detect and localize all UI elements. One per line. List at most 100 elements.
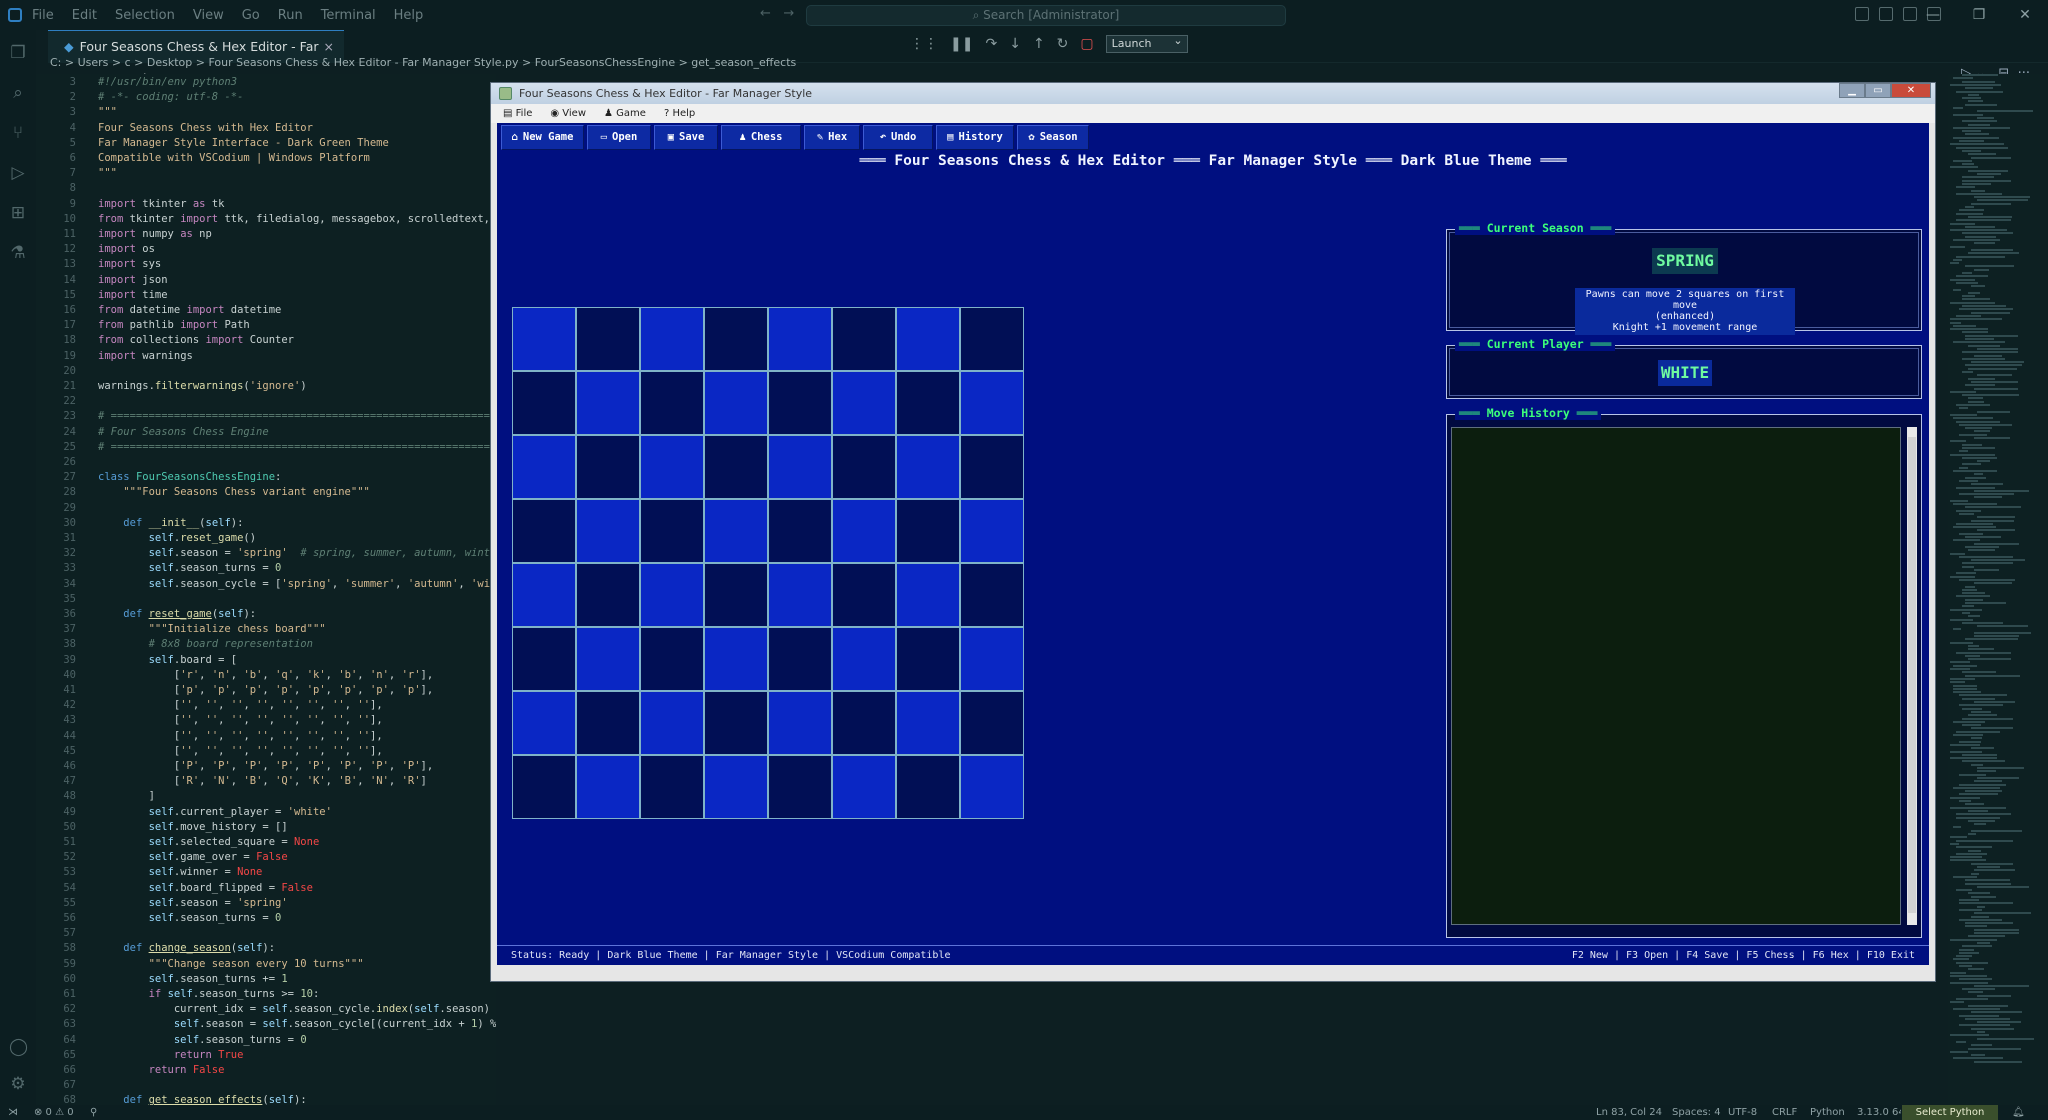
code-line[interactable]: self.season_turns += 1 <box>98 973 288 985</box>
menu-edit[interactable]: Edit <box>72 8 97 23</box>
chess-board[interactable] <box>512 307 1024 819</box>
code-line[interactable]: self.board_flipped = False <box>98 882 313 894</box>
code-line[interactable]: class FourSeasonsChessEngine: <box>98 471 281 483</box>
board-square[interactable] <box>704 435 768 499</box>
indentation[interactable]: Spaces: 4 <box>1672 1105 1721 1120</box>
board-square[interactable] <box>896 499 960 563</box>
board-square[interactable] <box>896 691 960 755</box>
code-line[interactable]: ['p', 'p', 'p', 'p', 'p', 'p', 'p', 'p']… <box>98 684 433 696</box>
board-square[interactable] <box>640 371 704 435</box>
testing-icon[interactable]: ⚗ <box>9 244 27 262</box>
hex-button[interactable]: ✎ Hex <box>804 125 860 150</box>
code-line[interactable]: Four Seasons Chess with Hex Editor <box>98 122 313 134</box>
menu-go[interactable]: Go <box>242 8 260 23</box>
code-line[interactable]: ['r', 'n', 'b', 'q', 'k', 'b', 'n', 'r']… <box>98 669 433 681</box>
board-square[interactable] <box>960 307 1024 371</box>
board-square[interactable] <box>640 563 704 627</box>
language-mode[interactable]: Python <box>1810 1105 1845 1120</box>
code-editor[interactable]: 3 #!/usr/bin/env python3 2 # -*- coding: ut… <box>36 74 496 1105</box>
restore-icon[interactable]: ❐ <box>1956 7 2002 23</box>
code-line[interactable]: self.season_turns = 0 <box>98 912 282 924</box>
restart-icon[interactable]: ↻ <box>1057 36 1069 52</box>
code-line[interactable]: self.season = 'spring' <box>98 897 288 909</box>
board-square[interactable] <box>768 371 832 435</box>
board-square[interactable] <box>576 499 640 563</box>
code-line[interactable]: self.game_over = False <box>98 851 288 863</box>
board-square[interactable] <box>704 499 768 563</box>
board-square[interactable] <box>768 499 832 563</box>
code-line[interactable]: def change_season(self): <box>98 942 275 954</box>
scrollbar-thumb[interactable] <box>1908 437 1916 913</box>
board-square[interactable] <box>832 563 896 627</box>
board-square[interactable] <box>960 563 1024 627</box>
new-game-button[interactable]: ⌂ New Game <box>501 125 584 150</box>
code-line[interactable]: return False <box>98 1064 225 1076</box>
move-history-list[interactable] <box>1451 427 1901 925</box>
save-button[interactable]: ▣ Save <box>654 125 718 150</box>
board-square[interactable] <box>576 307 640 371</box>
code-line[interactable]: #!/usr/bin/env python3 <box>98 76 237 88</box>
board-square[interactable] <box>512 499 576 563</box>
code-line[interactable]: self.season_cycle = ['spring', 'summer',… <box>98 578 496 590</box>
extensions-icon[interactable]: ⊞ <box>9 204 27 222</box>
board-square[interactable] <box>768 307 832 371</box>
step-over-icon[interactable]: ↷ <box>985 36 997 52</box>
cursor-position[interactable]: Ln 83, Col 24 <box>1596 1105 1662 1120</box>
code-line[interactable]: self.selected_square = None <box>98 836 320 848</box>
board-square[interactable] <box>576 371 640 435</box>
encoding[interactable]: UTF-8 <box>1728 1105 1757 1120</box>
code-line[interactable]: """Initialize chess board""" <box>98 623 326 635</box>
code-line[interactable]: Compatible with VSCodium | Windows Platf… <box>98 152 370 164</box>
drag-handle-icon[interactable]: ⋮⋮ <box>910 36 938 52</box>
code-line[interactable]: import tkinter as tk <box>98 198 224 210</box>
board-square[interactable] <box>704 371 768 435</box>
board-square[interactable] <box>960 371 1024 435</box>
board-square[interactable] <box>640 755 704 819</box>
line-ending[interactable]: CRLF <box>1772 1105 1797 1120</box>
close-icon[interactable]: ✕ <box>2002 7 2048 23</box>
board-square[interactable] <box>640 307 704 371</box>
code-line[interactable]: if self.season_turns >= 10: <box>98 988 320 1000</box>
code-line[interactable]: return True <box>98 1049 244 1061</box>
board-square[interactable] <box>832 627 896 691</box>
board-square[interactable] <box>896 755 960 819</box>
board-square[interactable] <box>832 755 896 819</box>
code-line[interactable]: self.reset_game() <box>98 532 257 544</box>
board-square[interactable] <box>512 755 576 819</box>
board-square[interactable] <box>704 563 768 627</box>
menu-view[interactable]: View <box>193 8 224 23</box>
manage-gear-icon[interactable]: ⚙ <box>9 1075 27 1093</box>
board-square[interactable] <box>960 435 1024 499</box>
board-square[interactable] <box>576 755 640 819</box>
code-line[interactable]: from tkinter import ttk, filedialog, mes… <box>98 213 490 225</box>
problems-indicator[interactable]: ⊗ 0 ⚠ 0 <box>34 1105 74 1120</box>
code-line[interactable]: def reset_game(self): <box>98 608 256 620</box>
board-square[interactable] <box>640 627 704 691</box>
code-line[interactable]: self.season_turns = 0 <box>98 1034 307 1046</box>
breadcrumb[interactable]: C: > Users > c > Desktop > Four Seasons … <box>48 56 796 74</box>
code-line[interactable]: ['', '', '', '', '', '', '', ''], <box>98 745 383 757</box>
tk-menu-file[interactable]: ▤ File <box>503 108 532 119</box>
code-line[interactable]: Far Manager Style Interface - Dark Green… <box>98 137 389 149</box>
code-line[interactable]: """ <box>98 106 117 118</box>
step-out-icon[interactable]: ↑ <box>1033 36 1045 52</box>
code-line[interactable]: self.move_history = [] <box>98 821 288 833</box>
code-line[interactable]: from datetime import datetime <box>98 304 281 316</box>
code-line[interactable]: self.winner = None <box>98 866 263 878</box>
code-line[interactable]: import os <box>98 243 155 255</box>
board-square[interactable] <box>896 371 960 435</box>
board-square[interactable] <box>768 691 832 755</box>
code-line[interactable]: import json <box>98 274 168 286</box>
board-square[interactable] <box>576 563 640 627</box>
board-square[interactable] <box>640 691 704 755</box>
code-line[interactable]: def __init__(self): <box>98 517 243 529</box>
board-square[interactable] <box>896 435 960 499</box>
code-line[interactable]: # ======================================… <box>98 441 490 453</box>
code-line[interactable]: import time <box>98 289 168 301</box>
remote-icon[interactable]: ⋊ <box>8 1105 18 1120</box>
code-line[interactable]: self.season = 'spring' # spring, summer,… <box>98 547 496 559</box>
tk-minimize-icon[interactable]: ▁ <box>1839 83 1865 98</box>
board-square[interactable] <box>512 435 576 499</box>
board-square[interactable] <box>768 435 832 499</box>
code-line[interactable]: """Four Seasons Chess variant engine""" <box>98 486 370 498</box>
